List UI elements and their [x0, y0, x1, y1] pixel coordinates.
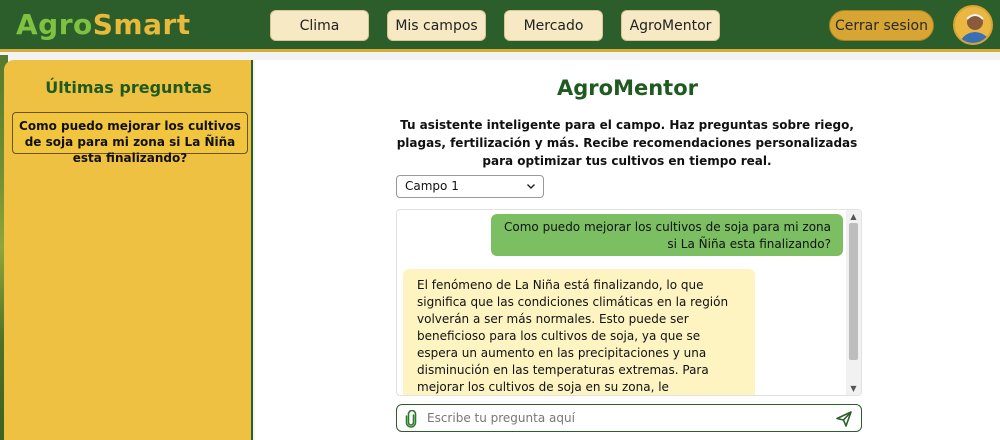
user-message: Como puedo mejorar los cultivos de soja …	[491, 214, 843, 256]
scroll-thumb[interactable]	[849, 223, 858, 360]
assistant-message: El fenómeno de La Niña está finalizando,…	[403, 269, 755, 395]
scroll-down-arrow-icon[interactable]: ▼	[849, 384, 858, 393]
logo-agro: Agro	[16, 8, 93, 41]
send-icon[interactable]	[835, 410, 853, 428]
chat-history[interactable]: Como puedo mejorar los cultivos de soja …	[396, 209, 862, 396]
logo-smart: Smart	[92, 8, 191, 41]
chat-input-bar	[396, 404, 862, 432]
app-logo[interactable]: AgroSmart	[16, 8, 191, 41]
logout-button[interactable]: Cerrar sesion	[829, 10, 934, 41]
nav-mis-campos-button[interactable]: Mis campos	[387, 10, 486, 41]
page-description: Tu asistente inteligente para el campo. …	[396, 118, 858, 168]
nav-clima-button[interactable]: Clima	[270, 10, 369, 41]
field-select-value: Campo 1	[405, 179, 459, 193]
sidebar: Últimas preguntas Como puedo mejorar los…	[4, 60, 253, 440]
chat-scrollbar[interactable]: ▲ ▼	[846, 210, 861, 395]
top-header: AgroSmart Clima Mis campos Mercado AgroM…	[0, 0, 1000, 52]
paperclip-icon[interactable]	[403, 410, 419, 428]
page-title: AgroMentor	[557, 76, 698, 100]
nav-mercado-button[interactable]: Mercado	[504, 10, 603, 41]
main-panel: AgroMentor Tu asistente inteligente para…	[255, 60, 1000, 440]
user-avatar[interactable]	[953, 5, 993, 45]
recent-question-item[interactable]: Como puedo mejorar los cultivos de soja …	[12, 112, 248, 165]
question-input[interactable]	[427, 408, 827, 428]
chevron-down-icon	[527, 184, 535, 189]
field-select[interactable]: Campo 1	[396, 175, 544, 198]
scroll-up-arrow-icon[interactable]: ▲	[849, 212, 858, 221]
sidebar-title: Últimas preguntas	[45, 78, 212, 97]
avatar-icon	[955, 7, 991, 43]
nav-agromentor-button[interactable]: AgroMentor	[621, 10, 720, 41]
